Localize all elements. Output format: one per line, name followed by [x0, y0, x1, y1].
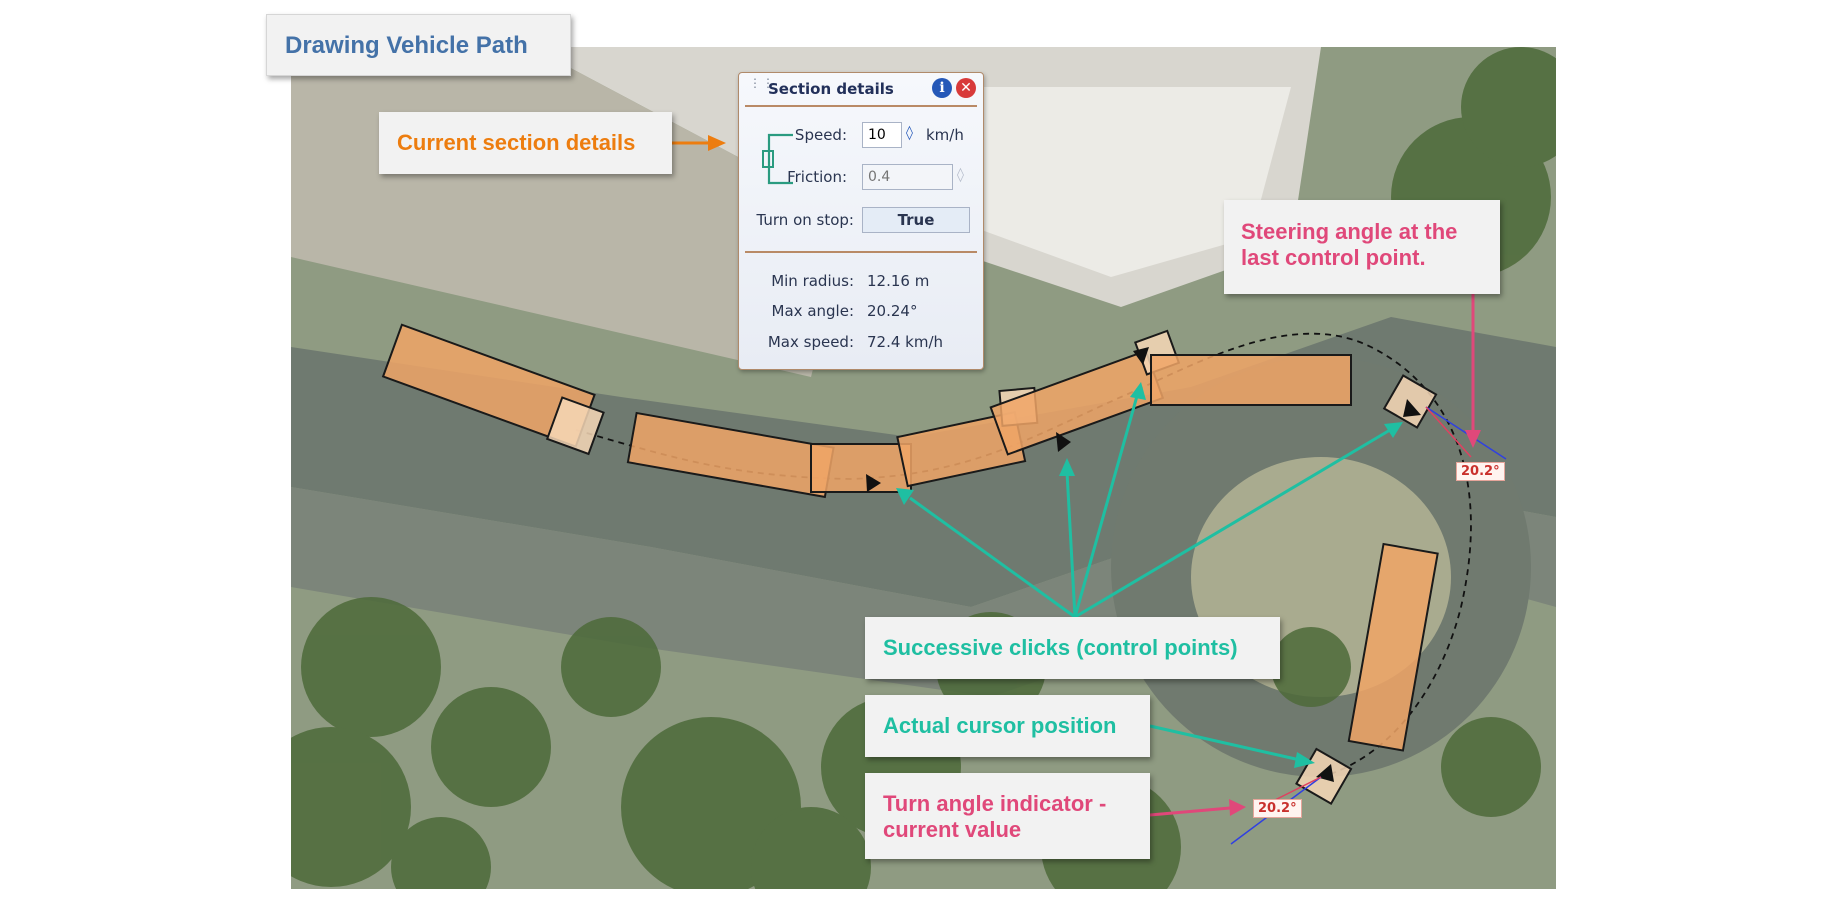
page-title: Drawing Vehicle Path: [266, 14, 571, 76]
max-speed-label: Max speed:: [767, 333, 854, 351]
turn-angle-label: 20.2°: [1253, 799, 1302, 818]
section-details-panel: ⋮⋮ Section details i ✕ Speed: ◊ km/h Fri…: [738, 72, 984, 370]
friction-input[interactable]: [862, 164, 953, 190]
callout-control-points: Successive clicks (control points): [865, 617, 1280, 679]
speed-unit: km/h: [926, 126, 964, 144]
close-icon[interactable]: ✕: [956, 78, 976, 98]
min-radius-value: 12.16 m: [867, 272, 930, 290]
panel-divider: [745, 251, 977, 253]
callout-cursor-position: Actual cursor position: [865, 695, 1150, 757]
max-speed-value: 72.4 km/h: [867, 333, 944, 351]
turn-on-stop-toggle[interactable]: True: [862, 207, 970, 233]
panel-header[interactable]: ⋮⋮ Section details i ✕: [745, 73, 977, 107]
panel-title: Section details: [768, 80, 894, 98]
steering-angle-label: 20.2°: [1456, 462, 1505, 481]
speed-label: Speed:: [794, 126, 847, 144]
min-radius-label: Min radius:: [771, 272, 854, 290]
friction-label: Friction:: [787, 168, 847, 186]
speed-input[interactable]: [862, 122, 902, 148]
info-icon[interactable]: i: [932, 78, 952, 98]
speed-spinner-icon[interactable]: ◊: [906, 125, 913, 141]
callout-turn-angle: Turn angle indicator - current value: [865, 773, 1150, 859]
turn-on-stop-label: Turn on stop:: [756, 211, 854, 229]
max-angle-value: 20.24°: [867, 302, 918, 320]
max-angle-label: Max angle:: [771, 302, 854, 320]
callout-section-details: Current section details: [379, 112, 672, 174]
friction-spinner-icon[interactable]: ◊: [957, 167, 964, 183]
drag-grip-icon[interactable]: ⋮⋮: [749, 77, 774, 98]
callout-steering-angle: Steering angle at the last control point…: [1224, 200, 1500, 294]
